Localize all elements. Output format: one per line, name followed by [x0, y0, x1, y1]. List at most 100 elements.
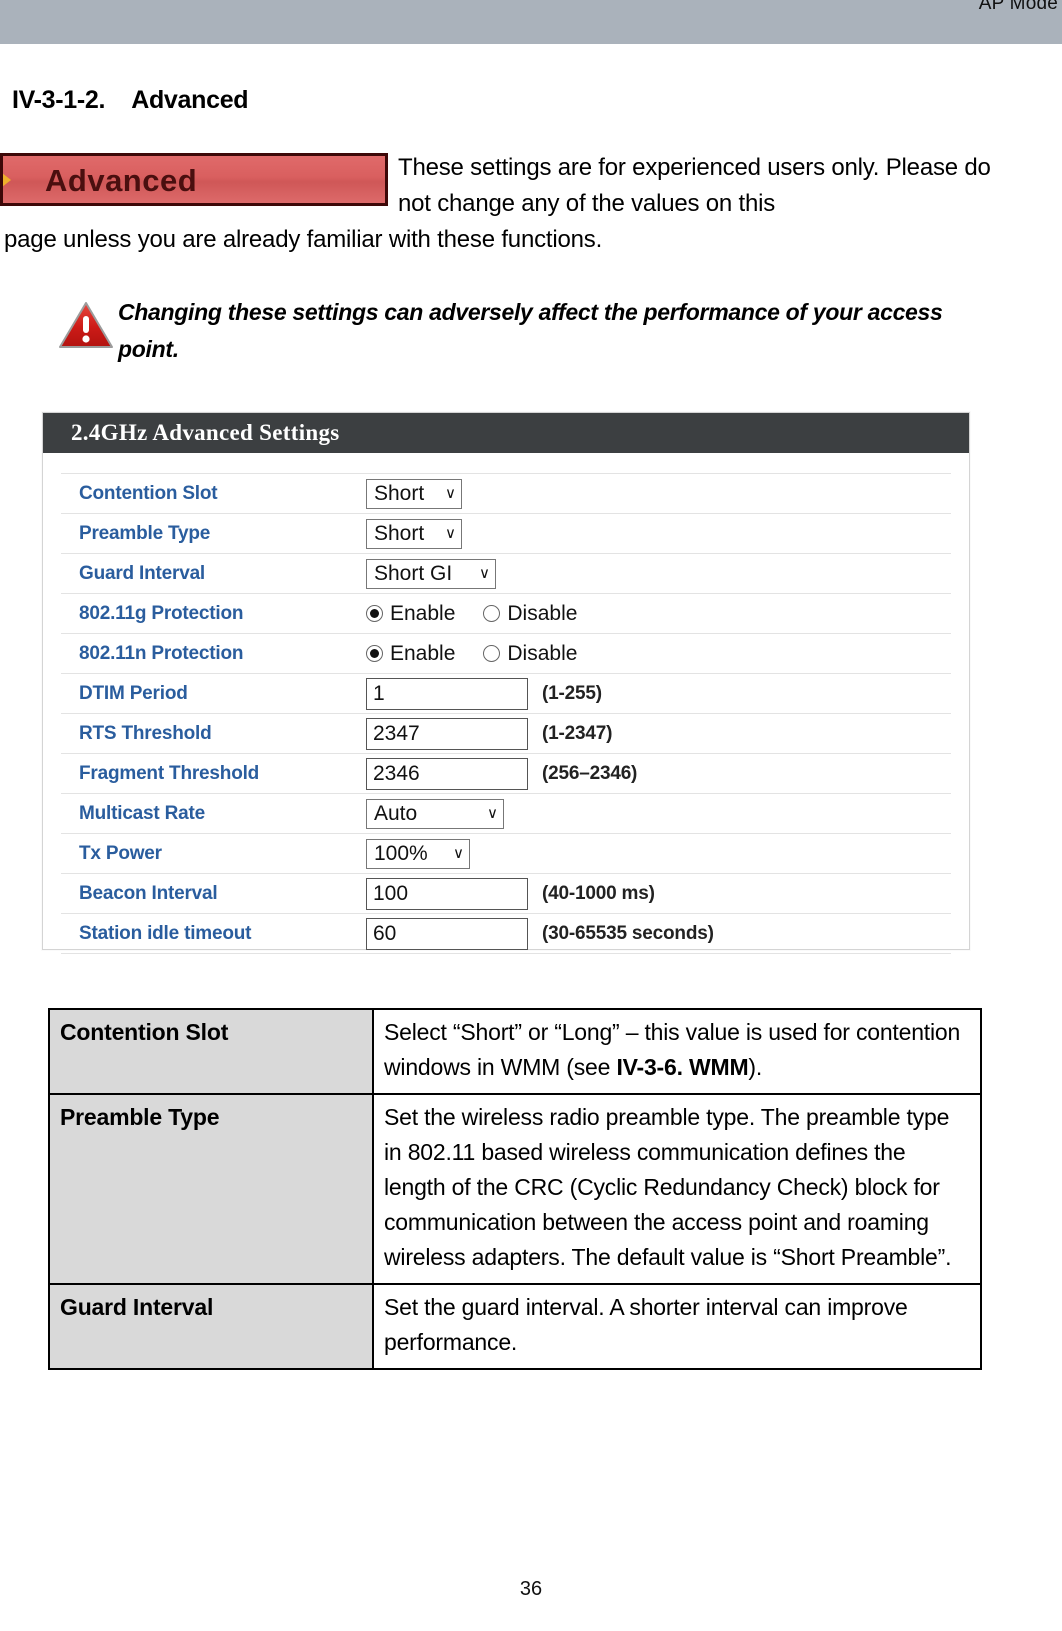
radio-label: Disable: [507, 641, 578, 665]
warning-triangle-icon: [58, 300, 114, 350]
setting-field: 2346 (256–2346): [366, 757, 951, 790]
page-number: 36: [519, 1578, 543, 1600]
radio-indicator: [483, 645, 501, 662]
radio-indicator: [366, 645, 383, 662]
settings-description-table: Contention Slot Select “Short” or “Long”…: [48, 1008, 982, 1370]
setting-row-beacon-interval: Beacon Interval 100 (40-1000 ms): [61, 874, 951, 914]
setting-row-preamble-type: Preamble Type Short ∨: [61, 514, 951, 554]
setting-label: Contention Slot: [79, 482, 218, 504]
setting-label: RTS Threshold: [79, 722, 212, 744]
guard-interval-select[interactable]: Short GI ∨: [366, 558, 496, 589]
setting-label: Preamble Type: [79, 522, 211, 544]
advanced-menu-badge[interactable]: Advanced: [0, 153, 388, 206]
range-hint: (1-255): [542, 682, 602, 704]
select-value: Short GI: [374, 561, 453, 585]
panel-title: 2.4GHz Advanced Settings: [43, 413, 969, 453]
panel-body: Contention Slot Short ∨ Preamble Type Sh…: [43, 453, 969, 972]
radio-option-disable[interactable]: Disable: [483, 602, 577, 626]
dtim-period-input[interactable]: 1: [366, 677, 528, 710]
radio-indicator: [366, 605, 383, 622]
settings-rows: Contention Slot Short ∨ Preamble Type Sh…: [61, 473, 951, 954]
radio-option-disable[interactable]: Disable: [483, 642, 577, 666]
chevron-down-icon: ∨: [453, 845, 464, 862]
setting-field: Short GI ∨: [366, 558, 951, 589]
setting-row-80211g-protection: 802.11g Protection Enable Disable: [61, 594, 951, 634]
description-term: Contention Slot: [48, 1008, 374, 1095]
page-header-band: AP Mode: [0, 0, 1062, 44]
range-hint: (30-65535 seconds): [542, 922, 714, 944]
tx-power-select[interactable]: 100% ∨: [366, 838, 470, 869]
setting-field: 1 (1-255): [366, 677, 951, 710]
setting-row-80211n-protection: 802.11n Protection Enable Disable: [61, 634, 951, 674]
radio-option-enable[interactable]: Enable: [366, 642, 455, 666]
chevron-down-icon: ∨: [479, 565, 490, 582]
setting-label: Tx Power: [79, 842, 162, 864]
chevron-down-icon: ∨: [487, 805, 498, 822]
setting-field: 100% ∨: [366, 838, 951, 869]
setting-field: Enable Disable: [366, 602, 951, 626]
radio-label: Enable: [390, 641, 456, 665]
radio-label: Enable: [390, 601, 456, 625]
fragment-threshold-input[interactable]: 2346: [366, 757, 528, 790]
contention-slot-select[interactable]: Short ∨: [366, 478, 462, 509]
chevron-right-icon: [3, 169, 11, 191]
setting-field: Auto ∨: [366, 798, 951, 829]
setting-row-station-idle-timeout: Station idle timeout 60 (30-65535 second…: [61, 914, 951, 954]
intro-paragraph-line1: These settings are for experienced users…: [398, 154, 991, 217]
table-row: Preamble Type Set the wireless radio pre…: [48, 1093, 982, 1285]
section-title: Advanced: [131, 86, 249, 114]
setting-field: Short ∨: [366, 478, 951, 509]
advanced-badge-label: Advanced: [45, 163, 198, 198]
range-hint: (256–2346): [542, 762, 638, 784]
beacon-interval-input[interactable]: 100: [366, 877, 528, 910]
select-value: Auto: [374, 801, 418, 825]
setting-field: Short ∨: [366, 518, 951, 549]
ap-mode-label: AP Mode: [978, 0, 1058, 14]
setting-label: 802.11n Protection: [79, 642, 244, 664]
multicast-rate-select[interactable]: Auto ∨: [366, 798, 504, 829]
radio-option-enable[interactable]: Enable: [366, 602, 455, 626]
description-term: Preamble Type: [48, 1093, 374, 1285]
setting-row-multicast-rate: Multicast Rate Auto ∨: [61, 794, 951, 834]
80211n-protection-radio-group: Enable Disable: [366, 642, 605, 666]
setting-row-fragment-threshold: Fragment Threshold 2346 (256–2346): [61, 754, 951, 794]
setting-row-tx-power: Tx Power 100% ∨: [61, 834, 951, 874]
setting-label: Guard Interval: [79, 562, 206, 584]
setting-field: Enable Disable: [366, 642, 951, 666]
station-idle-timeout-input[interactable]: 60: [366, 917, 528, 950]
definition-post: ).: [748, 1054, 763, 1080]
setting-field: 60 (30-65535 seconds): [366, 917, 951, 950]
setting-label: Fragment Threshold: [79, 762, 260, 784]
chevron-down-icon: ∨: [445, 485, 456, 502]
definition-reference: IV-3-6. WMM: [616, 1054, 749, 1080]
select-value: 100%: [374, 841, 428, 865]
setting-field: 2347 (1-2347): [366, 717, 951, 750]
table-row: Guard Interval Set the guard interval. A…: [48, 1283, 982, 1370]
page-title: IV-3-1-2. Advanced: [12, 86, 249, 115]
table-row: Contention Slot Select “Short” or “Long”…: [48, 1008, 982, 1095]
setting-field: 100 (40-1000 ms): [366, 877, 951, 910]
range-hint: (1-2347): [542, 722, 613, 744]
description-definition: Set the guard interval. A shorter interv…: [372, 1283, 982, 1370]
setting-row-dtim-period: DTIM Period 1 (1-255): [61, 674, 951, 714]
chevron-down-icon: ∨: [445, 525, 456, 542]
section-number: IV-3-1-2.: [12, 86, 106, 114]
radio-indicator: [483, 605, 501, 622]
preamble-type-select[interactable]: Short ∨: [366, 518, 462, 549]
description-definition: Select “Short” or “Long” – this value is…: [372, 1008, 982, 1095]
setting-row-guard-interval: Guard Interval Short GI ∨: [61, 554, 951, 594]
setting-label: Station idle timeout: [79, 922, 252, 944]
description-definition: Set the wireless radio preamble type. Th…: [372, 1093, 982, 1285]
description-term: Guard Interval: [48, 1283, 374, 1370]
setting-label: DTIM Period: [79, 682, 188, 704]
setting-label: 802.11g Protection: [79, 602, 244, 624]
rts-threshold-input[interactable]: 2347: [366, 717, 528, 750]
80211g-protection-radio-group: Enable Disable: [366, 602, 605, 626]
setting-row-contention-slot: Contention Slot Short ∨: [61, 474, 951, 514]
setting-row-rts-threshold: RTS Threshold 2347 (1-2347): [61, 714, 951, 754]
select-value: Short: [374, 521, 425, 545]
setting-label: Beacon Interval: [79, 882, 218, 904]
setting-label: Multicast Rate: [79, 802, 206, 824]
radio-label: Disable: [507, 601, 578, 625]
intro-paragraph-line2: page unless you are already familiar wit…: [4, 226, 603, 253]
